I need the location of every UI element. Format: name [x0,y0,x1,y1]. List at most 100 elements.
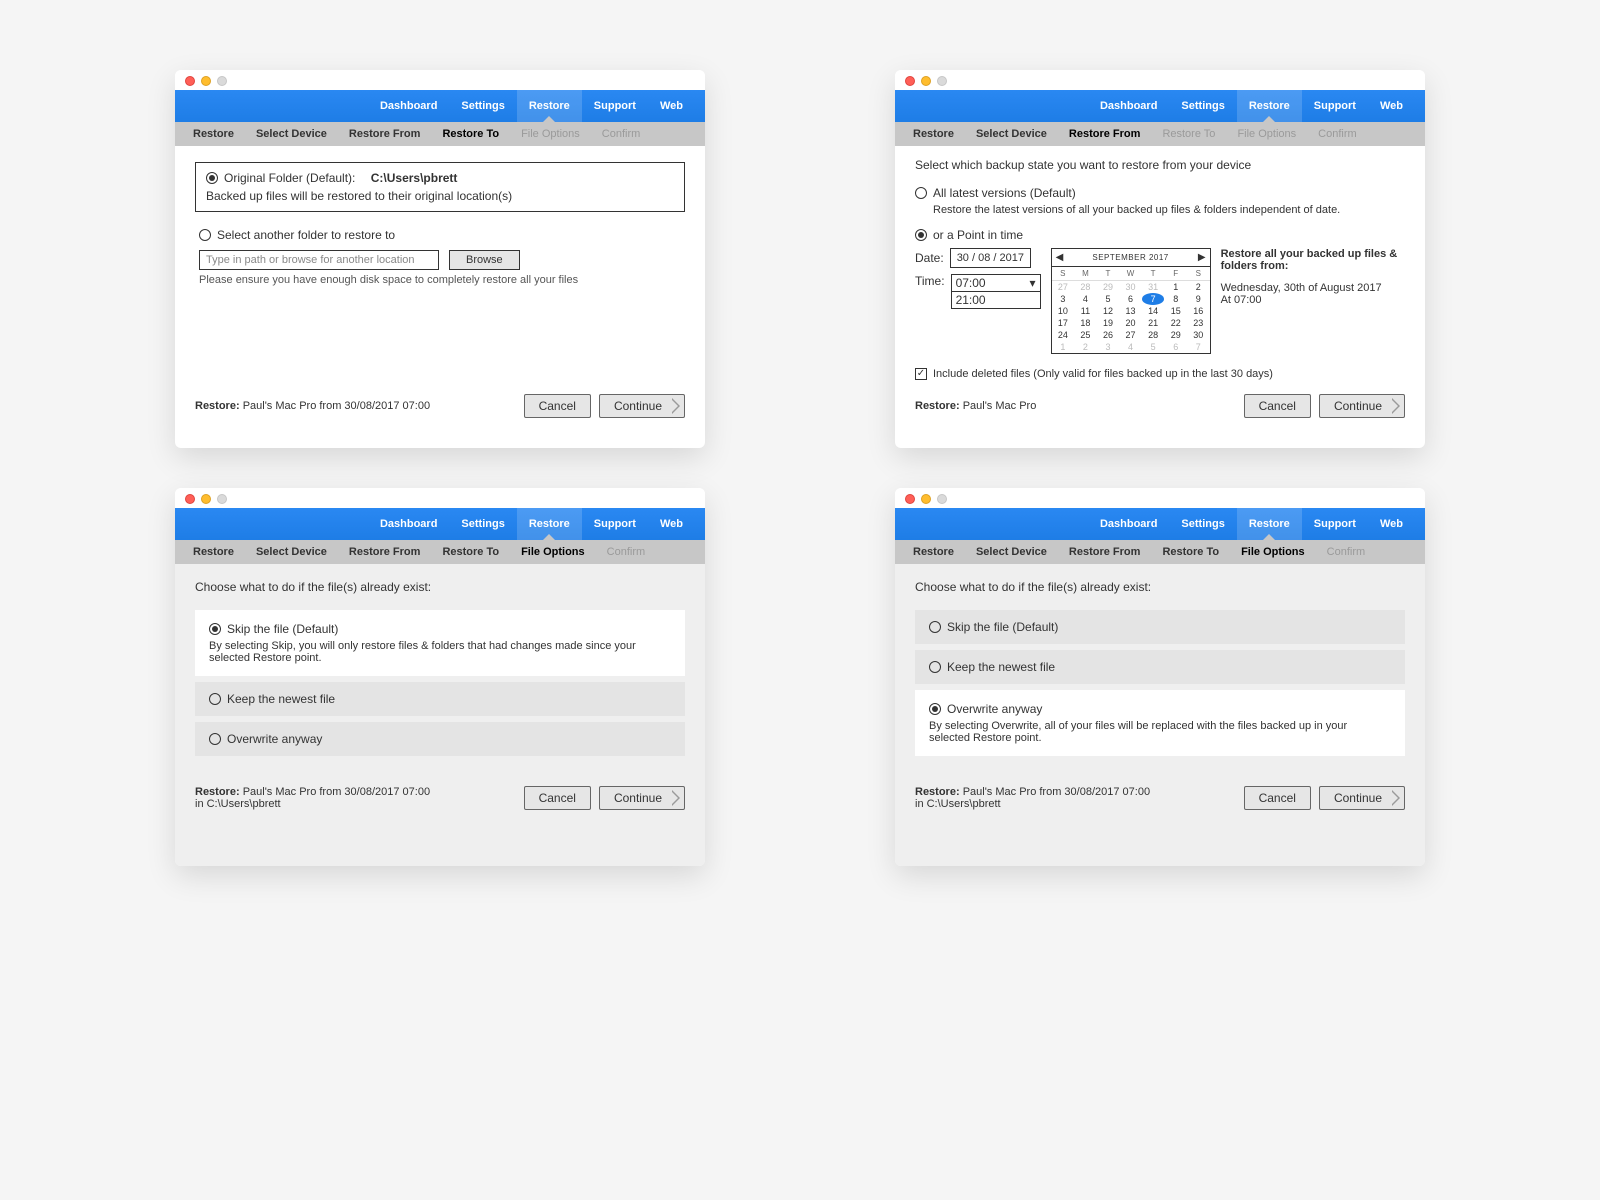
radio-overwrite[interactable] [209,733,221,745]
cal-day[interactable]: 6 [1119,293,1142,305]
close-icon[interactable] [185,494,195,504]
radio-keep[interactable] [929,661,941,673]
close-icon[interactable] [905,494,915,504]
cal-day[interactable]: 13 [1119,305,1142,317]
nav-settings[interactable]: Settings [449,90,516,122]
time-select[interactable]: 07:00▾ [952,275,1040,292]
cal-day[interactable]: 16 [1187,305,1210,317]
cal-day[interactable]: 24 [1052,329,1075,341]
cal-day[interactable]: 30 [1187,329,1210,341]
date-input[interactable]: 30 / 08 / 2017 [950,248,1031,268]
continue-button[interactable]: Continue [599,786,685,810]
cal-day[interactable]: 4 [1074,293,1097,305]
nav-settings[interactable]: Settings [1169,508,1236,540]
nav-dashboard[interactable]: Dashboard [1088,508,1169,540]
cal-day[interactable]: 14 [1142,305,1165,317]
radio-latest-versions[interactable] [915,187,927,199]
continue-button[interactable]: Continue [1319,786,1405,810]
cal-day[interactable]: 5 [1097,293,1120,305]
cal-prev-icon[interactable]: ◀ [1056,252,1064,263]
opt-skip[interactable]: Skip the file (Default) By selecting Ski… [195,610,685,676]
nav-web[interactable]: Web [648,508,695,540]
step-select-device[interactable]: Select Device [976,546,1047,558]
step-select-device[interactable]: Select Device [976,128,1047,140]
close-icon[interactable] [185,76,195,86]
nav-dashboard[interactable]: Dashboard [368,508,449,540]
step-restore-to[interactable]: Restore To [1162,546,1219,558]
nav-dashboard[interactable]: Dashboard [1088,90,1169,122]
minimize-icon[interactable] [201,76,211,86]
cal-day[interactable]: 25 [1074,329,1097,341]
nav-restore[interactable]: Restore [1237,90,1302,122]
step-restore[interactable]: Restore [913,546,954,558]
checkbox-icon[interactable] [915,368,927,380]
option-original-folder[interactable]: Original Folder (Default): C:\Users\pbre… [195,162,685,212]
nav-web[interactable]: Web [648,90,695,122]
nav-support[interactable]: Support [1302,90,1368,122]
nav-settings[interactable]: Settings [1169,90,1236,122]
cancel-button[interactable]: Cancel [524,394,591,418]
cal-day[interactable]: 26 [1097,329,1120,341]
opt-keep[interactable]: Keep the newest file [195,682,685,716]
cal-day[interactable]: 12 [1097,305,1120,317]
cal-day[interactable]: 23 [1187,317,1210,329]
step-restore-from[interactable]: Restore From [1069,128,1141,140]
radio-original-folder[interactable] [206,172,218,184]
cal-day[interactable]: 3 [1052,293,1075,305]
cal-day[interactable]: 1 [1164,281,1187,293]
minimize-icon[interactable] [201,494,211,504]
nav-support[interactable]: Support [1302,508,1368,540]
nav-support[interactable]: Support [582,508,648,540]
cal-day[interactable]: 28 [1142,329,1165,341]
opt-overwrite[interactable]: Overwrite anyway By selecting Overwrite,… [915,690,1405,756]
nav-web[interactable]: Web [1368,508,1415,540]
nav-restore[interactable]: Restore [517,508,582,540]
cal-day[interactable]: 21 [1142,317,1165,329]
radio-overwrite[interactable] [929,703,941,715]
nav-web[interactable]: Web [1368,90,1415,122]
cal-day[interactable]: 29 [1164,329,1187,341]
step-restore-from[interactable]: Restore From [1069,546,1141,558]
nav-restore[interactable]: Restore [1237,508,1302,540]
nav-support[interactable]: Support [582,90,648,122]
step-restore-from[interactable]: Restore From [349,128,421,140]
browse-button[interactable]: Browse [449,250,520,270]
nav-restore[interactable]: Restore [517,90,582,122]
nav-dashboard[interactable]: Dashboard [368,90,449,122]
cal-day[interactable]: 15 [1164,305,1187,317]
continue-button[interactable]: Continue [1319,394,1405,418]
radio-another-folder[interactable] [199,229,211,241]
cancel-button[interactable]: Cancel [524,786,591,810]
cal-day[interactable]: 19 [1097,317,1120,329]
step-restore-from[interactable]: Restore From [349,546,421,558]
time-option[interactable]: 21:00 [952,292,1040,308]
cal-next-icon[interactable]: ▶ [1198,252,1206,263]
cal-day[interactable]: 2 [1187,281,1210,293]
cal-day[interactable]: 8 [1164,293,1187,305]
path-input[interactable]: Type in path or browse for another locat… [199,250,439,270]
cancel-button[interactable]: Cancel [1244,394,1311,418]
step-restore[interactable]: Restore [193,128,234,140]
step-restore[interactable]: Restore [913,128,954,140]
opt-skip[interactable]: Skip the file (Default) [915,610,1405,644]
cal-day[interactable]: 17 [1052,317,1075,329]
step-restore[interactable]: Restore [193,546,234,558]
calendar[interactable]: ◀ SEPTEMBER 2017 ▶ SMTWTFS27282930311234… [1051,248,1211,354]
radio-skip[interactable] [929,621,941,633]
cal-day[interactable]: 9 [1187,293,1210,305]
cal-day[interactable]: 20 [1119,317,1142,329]
radio-keep[interactable] [209,693,221,705]
cal-day[interactable]: 18 [1074,317,1097,329]
minimize-icon[interactable] [921,494,931,504]
cancel-button[interactable]: Cancel [1244,786,1311,810]
cal-day[interactable]: 10 [1052,305,1075,317]
close-icon[interactable] [905,76,915,86]
cal-day[interactable]: 22 [1164,317,1187,329]
step-file-options[interactable]: File Options [521,546,585,558]
step-select-device[interactable]: Select Device [256,128,327,140]
step-select-device[interactable]: Select Device [256,546,327,558]
minimize-icon[interactable] [921,76,931,86]
step-restore-to[interactable]: Restore To [442,546,499,558]
cal-day[interactable]: 11 [1074,305,1097,317]
opt-keep[interactable]: Keep the newest file [915,650,1405,684]
